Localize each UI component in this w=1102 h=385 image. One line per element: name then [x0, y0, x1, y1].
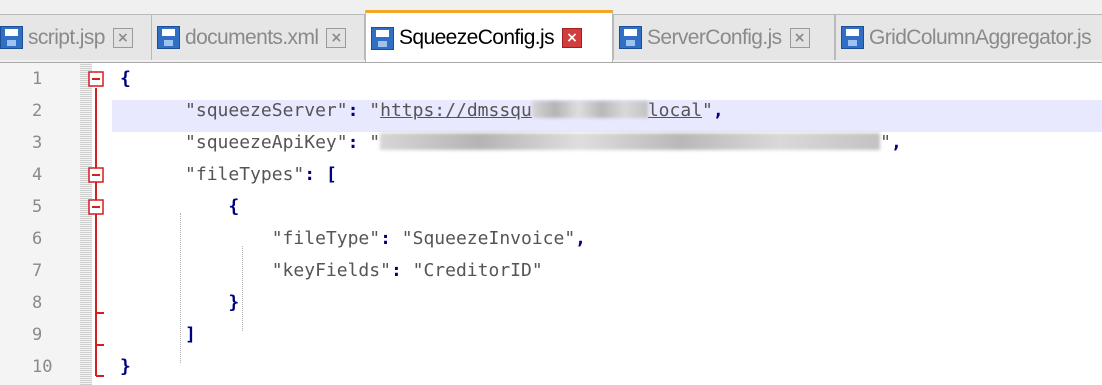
tab-documents-xml[interactable]: documents.xml ×	[151, 14, 365, 60]
floppy-disk-icon	[157, 26, 180, 49]
close-icon[interactable]: ×	[562, 28, 583, 48]
colon: :	[380, 228, 402, 249]
close-icon[interactable]: ×	[326, 27, 347, 48]
line-number: 9	[32, 325, 43, 345]
tab-label: script.jsp	[28, 25, 105, 49]
line-numbers: 1 2 3 4 5 6 7 8 9 10	[0, 63, 80, 383]
tab-squeezeconfig-js[interactable]: SqueezeConfig.js ×	[365, 10, 613, 62]
fold-margin	[80, 63, 92, 385]
json-string: "SqueezeInvoice"	[401, 228, 576, 249]
line-number: 8	[32, 293, 43, 313]
close-icon[interactable]: ×	[789, 27, 810, 48]
brace: {	[120, 68, 131, 89]
json-key: "keyFields"	[271, 260, 391, 281]
close-icon[interactable]: ×	[112, 27, 133, 48]
json-key: "fileTypes"	[185, 164, 305, 185]
line-number: 1	[32, 69, 43, 89]
code-line-9: ]	[120, 319, 1102, 351]
line-number: 10	[32, 357, 53, 377]
code-line-4: "fileTypes": [	[120, 159, 1102, 191]
quote: "	[369, 100, 381, 121]
code-line-3: "squeezeApiKey": " ",	[120, 127, 1102, 159]
url-end[interactable]: local	[648, 100, 702, 121]
redacted-text	[531, 101, 648, 118]
colon: :	[347, 132, 370, 153]
json-string: "CreditorID"	[412, 260, 543, 281]
tab-gridcolumnaggregator-js[interactable]: GridColumnAggregator.js	[835, 14, 1102, 60]
code-line-5: {	[120, 191, 1102, 223]
fold-minus-icon[interactable]	[88, 71, 104, 87]
json-key: "fileType"	[271, 228, 381, 249]
bracket: ]	[185, 324, 196, 345]
tab-script-jsp[interactable]: script.jsp ×	[0, 14, 154, 60]
comma: ,	[575, 228, 587, 249]
comma: ,	[890, 132, 902, 153]
line-number: 5	[32, 197, 43, 217]
colon: :	[390, 260, 413, 281]
json-key: "squeezeApiKey"	[185, 132, 348, 153]
floppy-disk-icon	[619, 26, 642, 49]
brace: }	[120, 356, 131, 377]
quote: "	[369, 132, 381, 153]
line-number: 7	[32, 261, 43, 281]
line-number: 2	[32, 101, 43, 121]
quote: "	[702, 100, 713, 121]
quote: "	[880, 132, 891, 153]
brace: }	[228, 292, 240, 313]
brace: {	[228, 196, 240, 217]
tab-label: documents.xml	[185, 25, 319, 49]
colon: :	[304, 164, 326, 185]
code-editor[interactable]: 1 2 3 4 5 6 7 8 9 10 {"squeezeServer": …	[0, 63, 1102, 385]
tab-serverconfig-js[interactable]: ServerConfig.js ×	[613, 14, 835, 60]
line-number: 3	[32, 133, 43, 153]
bracket: [	[325, 164, 337, 185]
tab-label: GridColumnAggregator.js	[869, 25, 1092, 49]
code-line-6: "fileType": "SqueezeInvoice",	[120, 223, 1102, 255]
floppy-disk-icon	[371, 26, 394, 50]
code-line-7: "keyFields": "CreditorID"	[120, 255, 1102, 287]
code-line-1: {	[120, 63, 1102, 95]
fold-minus-icon[interactable]	[88, 199, 104, 215]
comma: ,	[712, 100, 724, 121]
line-number: 6	[32, 229, 43, 249]
line-number: 4	[32, 165, 43, 185]
floppy-disk-icon	[841, 26, 864, 49]
tab-label: ServerConfig.js	[647, 25, 782, 49]
tab-bar: script.jsp × documents.xml × SqueezeConf…	[0, 0, 1102, 63]
code-lines[interactable]: { "squeezeServer": "https://dmssqu local"…	[120, 63, 1102, 383]
code-line-2: "squeezeServer": "https://dmssqu local",	[120, 95, 1102, 127]
redacted-api-key	[380, 133, 881, 150]
url-start[interactable]: https://dmssqu	[380, 100, 532, 121]
code-line-8: }	[120, 287, 1102, 319]
json-key: "squeezeServer"	[185, 100, 348, 121]
colon: :	[347, 100, 370, 121]
fold-minus-icon[interactable]	[88, 167, 104, 183]
code-line-10: }	[120, 351, 1102, 383]
tab-label: SqueezeConfig.js	[399, 26, 555, 49]
floppy-disk-icon	[0, 26, 23, 49]
